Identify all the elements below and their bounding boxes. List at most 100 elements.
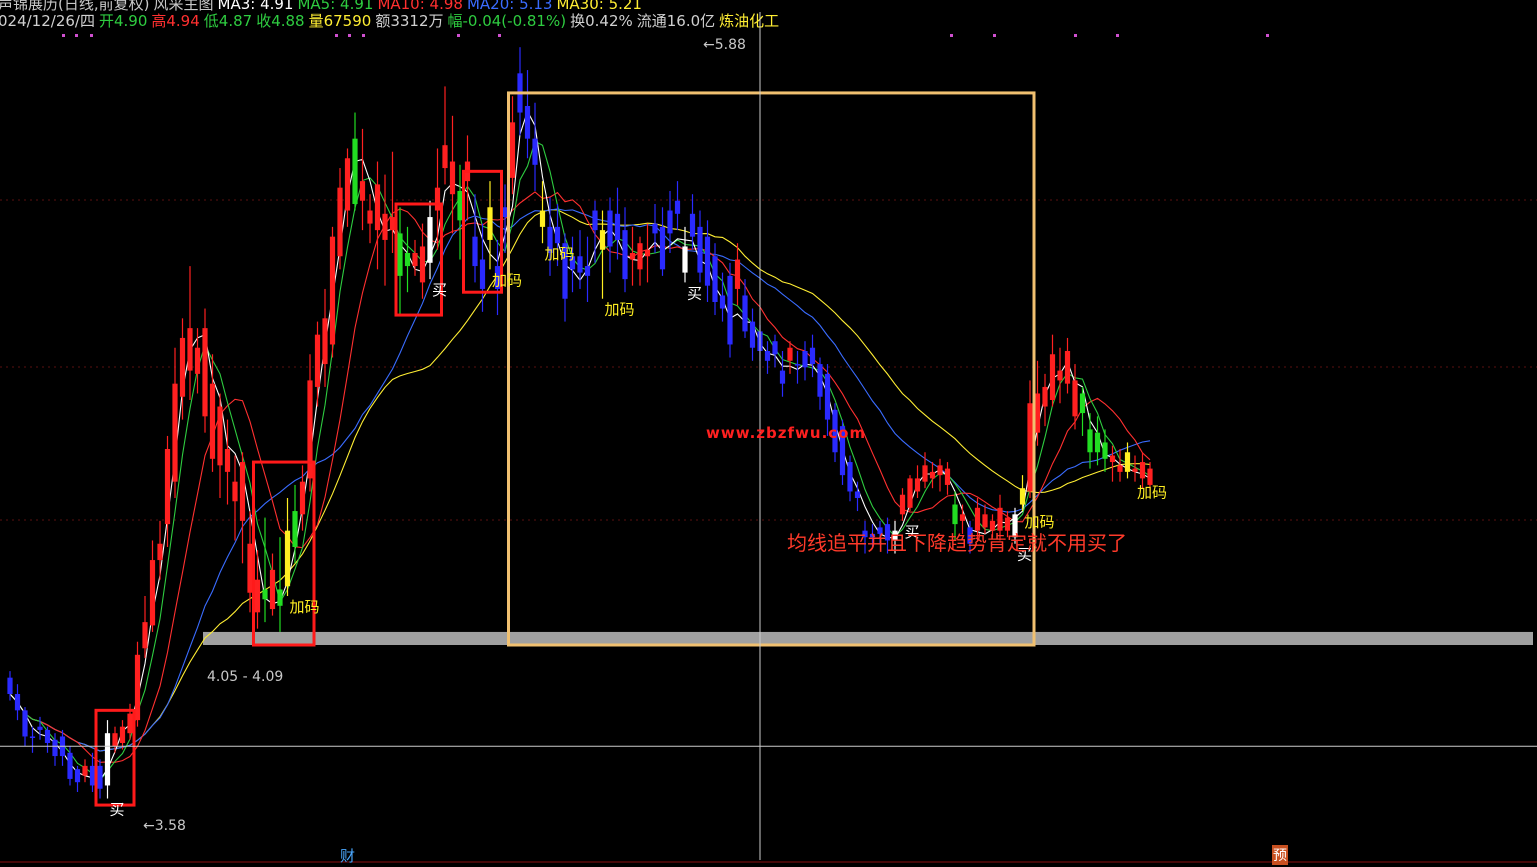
candle-body xyxy=(1072,380,1078,417)
candle-body xyxy=(292,511,298,547)
event-dot xyxy=(457,34,460,37)
candle-body xyxy=(614,213,621,240)
candle-body xyxy=(1132,468,1138,472)
candle-body xyxy=(1087,429,1093,453)
candle-body xyxy=(599,230,606,250)
candle-body xyxy=(37,726,43,730)
candle-body xyxy=(119,726,126,743)
add-signal-label: 加码 xyxy=(1137,484,1167,502)
candle-body xyxy=(314,334,321,387)
candle-body xyxy=(1139,462,1146,479)
candle-body xyxy=(149,560,156,626)
add-signal-label: 加码 xyxy=(290,598,320,616)
candle-body xyxy=(359,181,366,201)
event-dot xyxy=(1074,34,1077,37)
event-dot xyxy=(498,34,501,37)
candle-body xyxy=(187,328,193,371)
candle-body xyxy=(697,226,703,273)
candle-body xyxy=(164,449,171,525)
candle-body xyxy=(419,246,426,283)
candle-body xyxy=(374,184,381,231)
add-signal-label: 加码 xyxy=(605,301,635,319)
candle-body xyxy=(44,729,51,743)
candle-body xyxy=(404,253,411,267)
candle-body xyxy=(824,373,831,420)
candle-body xyxy=(772,341,778,355)
candle-body xyxy=(629,253,636,260)
candle-body xyxy=(1057,370,1063,381)
candle-body xyxy=(1109,455,1116,463)
candle-body xyxy=(397,233,403,276)
candle-body xyxy=(802,351,808,368)
candle-body xyxy=(1042,386,1048,407)
candle-body xyxy=(847,462,853,492)
candle-body xyxy=(1034,393,1041,433)
candle-body xyxy=(142,622,148,649)
finance-marker[interactable]: 财 xyxy=(340,845,355,866)
candle-body xyxy=(367,210,373,224)
candle-body xyxy=(442,145,448,169)
candle-body xyxy=(194,347,201,374)
candle-body xyxy=(779,370,786,384)
candle-body xyxy=(524,106,531,139)
candle-body xyxy=(457,190,463,221)
candle-body xyxy=(382,213,388,240)
candle-body xyxy=(577,256,583,273)
candle-body xyxy=(584,266,591,276)
candle-body xyxy=(344,158,351,211)
candle-body xyxy=(652,223,658,234)
buy-signal-label: 买 xyxy=(432,281,447,299)
candle-body xyxy=(337,187,343,257)
candle-body xyxy=(622,230,628,280)
candle-body xyxy=(427,217,433,263)
candle-body xyxy=(787,347,793,361)
candle-body xyxy=(262,589,268,600)
candle-body xyxy=(749,321,756,348)
candle-body xyxy=(74,769,81,783)
event-dot xyxy=(62,34,65,37)
candle-body xyxy=(1124,452,1131,472)
candle-body xyxy=(809,347,816,365)
candle-body xyxy=(82,765,88,776)
candle-body xyxy=(1079,393,1086,414)
event-dot xyxy=(90,34,93,37)
event-dot xyxy=(950,34,953,37)
candle-body xyxy=(299,481,306,515)
candle-body xyxy=(764,351,771,361)
add-signal-label: 加码 xyxy=(545,245,575,263)
candle-body xyxy=(412,253,418,267)
event-dot xyxy=(1116,34,1119,37)
candle-body xyxy=(172,383,178,482)
candle-body xyxy=(322,318,328,365)
candle-body xyxy=(472,236,478,267)
candle-body xyxy=(127,713,133,734)
candle-body xyxy=(1019,488,1026,505)
candle-body xyxy=(952,504,958,525)
candle-body xyxy=(817,364,823,397)
event-dot xyxy=(335,34,338,37)
candle-body xyxy=(217,406,223,466)
event-dot xyxy=(1266,34,1269,37)
candle-body xyxy=(479,259,486,289)
trend-box xyxy=(507,91,1036,647)
candle-body xyxy=(269,569,276,610)
add-signal-label: 加码 xyxy=(492,271,522,289)
candle-body xyxy=(592,210,598,231)
candle-body xyxy=(539,210,546,227)
candle-body xyxy=(329,236,336,345)
candle-body xyxy=(982,514,988,528)
candle-body xyxy=(637,243,643,270)
candle-body xyxy=(532,138,538,165)
watermark-text: www.zbzfwu.com xyxy=(706,424,867,442)
candle-body xyxy=(937,465,943,476)
buy-signal-label: 买 xyxy=(687,284,702,302)
candle-body xyxy=(712,256,718,302)
candle-body xyxy=(899,494,906,515)
candle-body xyxy=(254,579,261,613)
low-price-label: ←3.58 xyxy=(143,818,186,834)
forecast-marker[interactable]: 预 xyxy=(1272,845,1288,865)
candle-body xyxy=(1117,465,1123,472)
candle-body xyxy=(682,246,688,273)
candle-body xyxy=(449,161,456,195)
candle-body xyxy=(1094,432,1101,453)
